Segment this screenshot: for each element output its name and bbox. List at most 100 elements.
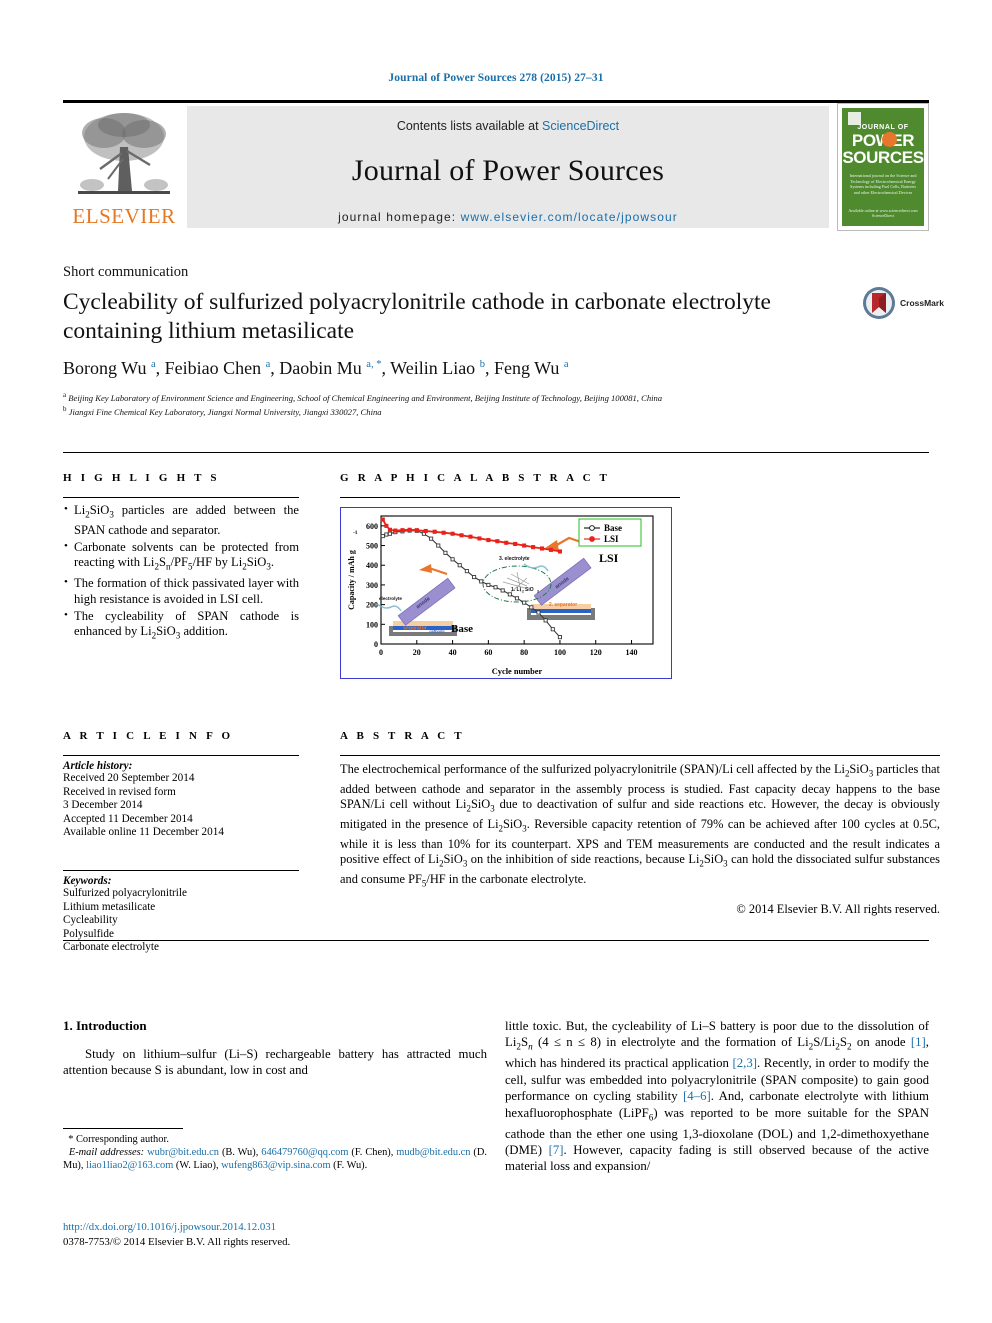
cover-line2: POWER: [842, 132, 924, 149]
email-person: (F. Wu): [333, 1160, 365, 1172]
email-person: (B. Wu): [221, 1147, 256, 1159]
svg-text:80: 80: [520, 648, 528, 657]
abstract-heading: A B S T R A C T: [340, 730, 465, 742]
svg-text:40: 40: [449, 648, 457, 657]
cover-line1: JOURNAL OF: [857, 124, 909, 131]
keywords-divider: [63, 869, 299, 871]
footnote-divider: [63, 1128, 183, 1129]
svg-text:3: 3: [537, 590, 539, 594]
email-link[interactable]: wubr@bit.edu.cn: [147, 1147, 219, 1158]
svg-text:500: 500: [366, 542, 378, 551]
svg-text:600: 600: [366, 522, 378, 531]
page-title: Cycleability of sulfurized polyacrylonit…: [63, 289, 771, 344]
sciencedirect-link[interactable]: ScienceDirect: [542, 119, 619, 133]
x-axis-label: Cycle number: [492, 667, 543, 676]
author-item: Weilin Liao b: [390, 358, 485, 378]
affiliation-item: b Jiangxi Fine Chemical Key Laboratory, …: [63, 404, 863, 418]
issn-copyright-line: 0378-7753/© 2014 Elsevier B.V. All right…: [63, 1235, 291, 1248]
svg-text:400: 400: [366, 561, 378, 570]
email-link[interactable]: wufeng863@vip.sina.com: [221, 1160, 330, 1171]
email-link[interactable]: mudb@bit.edu.cn: [396, 1147, 470, 1158]
doi-link[interactable]: http://dx.doi.org/10.1016/j.jpowsour.201…: [63, 1220, 487, 1235]
affiliation-list: a Beijing Key Laboratory of Environment …: [63, 390, 863, 419]
elsevier-logo: ELSEVIER: [63, 103, 185, 231]
affiliation-text: Jiangxi Fine Chemical Key Laboratory, Ji…: [68, 407, 382, 418]
graphical-abstract-section: G R A P H I C A L A B S T R A C T 0 20 40 6…: [340, 472, 680, 679]
keyword-item: Lithium metasilicate: [63, 900, 156, 913]
history-line: Accepted 11 December 2014: [63, 812, 193, 825]
highlights-divider: [63, 497, 299, 498]
svg-text:2. separator: 2. separator: [549, 602, 577, 608]
author-affil-mark: b: [479, 359, 485, 370]
corresponding-author-text: * Corresponding author.: [68, 1134, 169, 1145]
capacity-vs-cycle-chart: 0 20 40 60 80 100 120 140 0 100 200 300 400 500 600 s…: [347, 515, 654, 676]
homepage-url[interactable]: www.elsevier.com/locate/jpowsour: [461, 210, 678, 224]
svg-text:separator: separator: [403, 626, 427, 632]
email-addresses-note: E-mail addresses: wubr@bit.edu.cn (B. Wu…: [63, 1147, 487, 1172]
article-type-label: Short communication: [63, 264, 189, 280]
author-item: Daobin Mu a, *: [279, 358, 381, 378]
list-item: The cycleability of SPAN cathode is enha…: [63, 608, 299, 645]
abstract-text: The electrochemical performance of the s…: [340, 762, 941, 889]
y-axis-label: Capacity / mAh g: [347, 550, 356, 610]
intro-paragraph-left: Study on lithium–sulfur (Li–S) rechargea…: [63, 1047, 487, 1078]
svg-text:140: 140: [626, 648, 638, 657]
svg-text:20: 20: [413, 648, 421, 657]
journal-cover-thumbnail: JOURNAL OF POWER SOURCES International j…: [837, 103, 929, 231]
crossmark-label: CrossMark: [900, 298, 944, 308]
y-axis-label-exponent: -1: [353, 530, 358, 536]
affiliation-mark: b: [63, 405, 67, 414]
article-info-heading: A R T I C L E I N F O: [63, 730, 234, 742]
body-column-left: 1. Introduction Study on lithium–sulfur …: [63, 1018, 487, 1079]
email-person: (W. Liao): [175, 1160, 216, 1172]
cover-orange-dot-icon: [882, 132, 897, 147]
email-link[interactable]: 646479760@qq.com: [261, 1147, 348, 1158]
homepage-label: journal homepage:: [338, 210, 457, 224]
citation-link[interactable]: [7]: [549, 1143, 564, 1157]
footnote-block: * Corresponding author. E-mail addresses…: [63, 1128, 487, 1173]
author-name: Borong Wu: [63, 358, 147, 378]
contents-prefix: Contents lists available at: [396, 119, 543, 133]
affiliation-mark: a: [63, 391, 67, 399]
highlights-heading: H I G H L I G H T S: [63, 472, 220, 484]
affiliation-text: Beijing Key Laboratory of Environment Sc…: [68, 392, 663, 403]
section-heading-introduction: 1. Introduction: [63, 1018, 147, 1033]
contents-available-line: Contents lists available at ScienceDirec…: [187, 106, 829, 133]
history-line: Received in revised form: [63, 785, 176, 798]
svg-text:100: 100: [366, 620, 378, 629]
svg-text:SiO: SiO: [525, 587, 534, 593]
history-line: 3 December 2014: [63, 799, 143, 812]
svg-text:Base: Base: [451, 623, 473, 635]
cover-blurb: International journal on the Science and…: [849, 173, 917, 195]
svg-text:LSI: LSI: [604, 534, 619, 544]
abstract-section: A B S T R A C T The electrochemical perf…: [340, 730, 940, 917]
cover-publisher-mark: [848, 112, 861, 125]
svg-text:0: 0: [374, 640, 378, 649]
graphical-abstract-heading: G R A P H I C A L A B S T R A C T: [340, 472, 611, 484]
journal-title: Journal of Power Sources: [351, 154, 665, 187]
citation-link[interactable]: [2,3]: [733, 1056, 758, 1070]
keyword-item: Carbonate electrolyte: [63, 941, 159, 954]
highlights-list: Li2SiO3 particles are added between the …: [63, 502, 299, 645]
band-divider-top: [63, 452, 929, 453]
author-name: Daobin Mu: [279, 358, 362, 378]
author-affil-mark: a: [265, 359, 271, 370]
citation-link[interactable]: [1]: [911, 1035, 926, 1049]
band-divider-bottom: [63, 940, 929, 941]
cover-artwork: JOURNAL OF POWER SOURCES International j…: [842, 108, 924, 226]
email-person: (F. Chen): [351, 1147, 391, 1159]
email-link[interactable]: liao1liao2@163.com: [86, 1160, 173, 1171]
citation-link[interactable]: [4–6]: [683, 1089, 711, 1103]
author-item: Borong Wu a: [63, 358, 156, 378]
crossmark-badge[interactable]: CrossMark: [862, 286, 944, 326]
svg-text:cathode: cathode: [429, 629, 445, 634]
author-list: Borong Wu a, Feibiao Chen a, Daobin Mu a…: [63, 358, 569, 378]
elsevier-wordmark: ELSEVIER: [72, 204, 176, 228]
svg-text:0: 0: [379, 648, 383, 657]
author-item: Feng Wu a: [494, 358, 569, 378]
journal-masthead: ELSEVIER Contents lists available at Sci…: [63, 100, 929, 231]
svg-text:3. electrolyte: 3. electrolyte: [499, 556, 530, 562]
keyword-item: Cycleability: [63, 914, 118, 927]
author-name: Feng Wu: [493, 358, 560, 378]
